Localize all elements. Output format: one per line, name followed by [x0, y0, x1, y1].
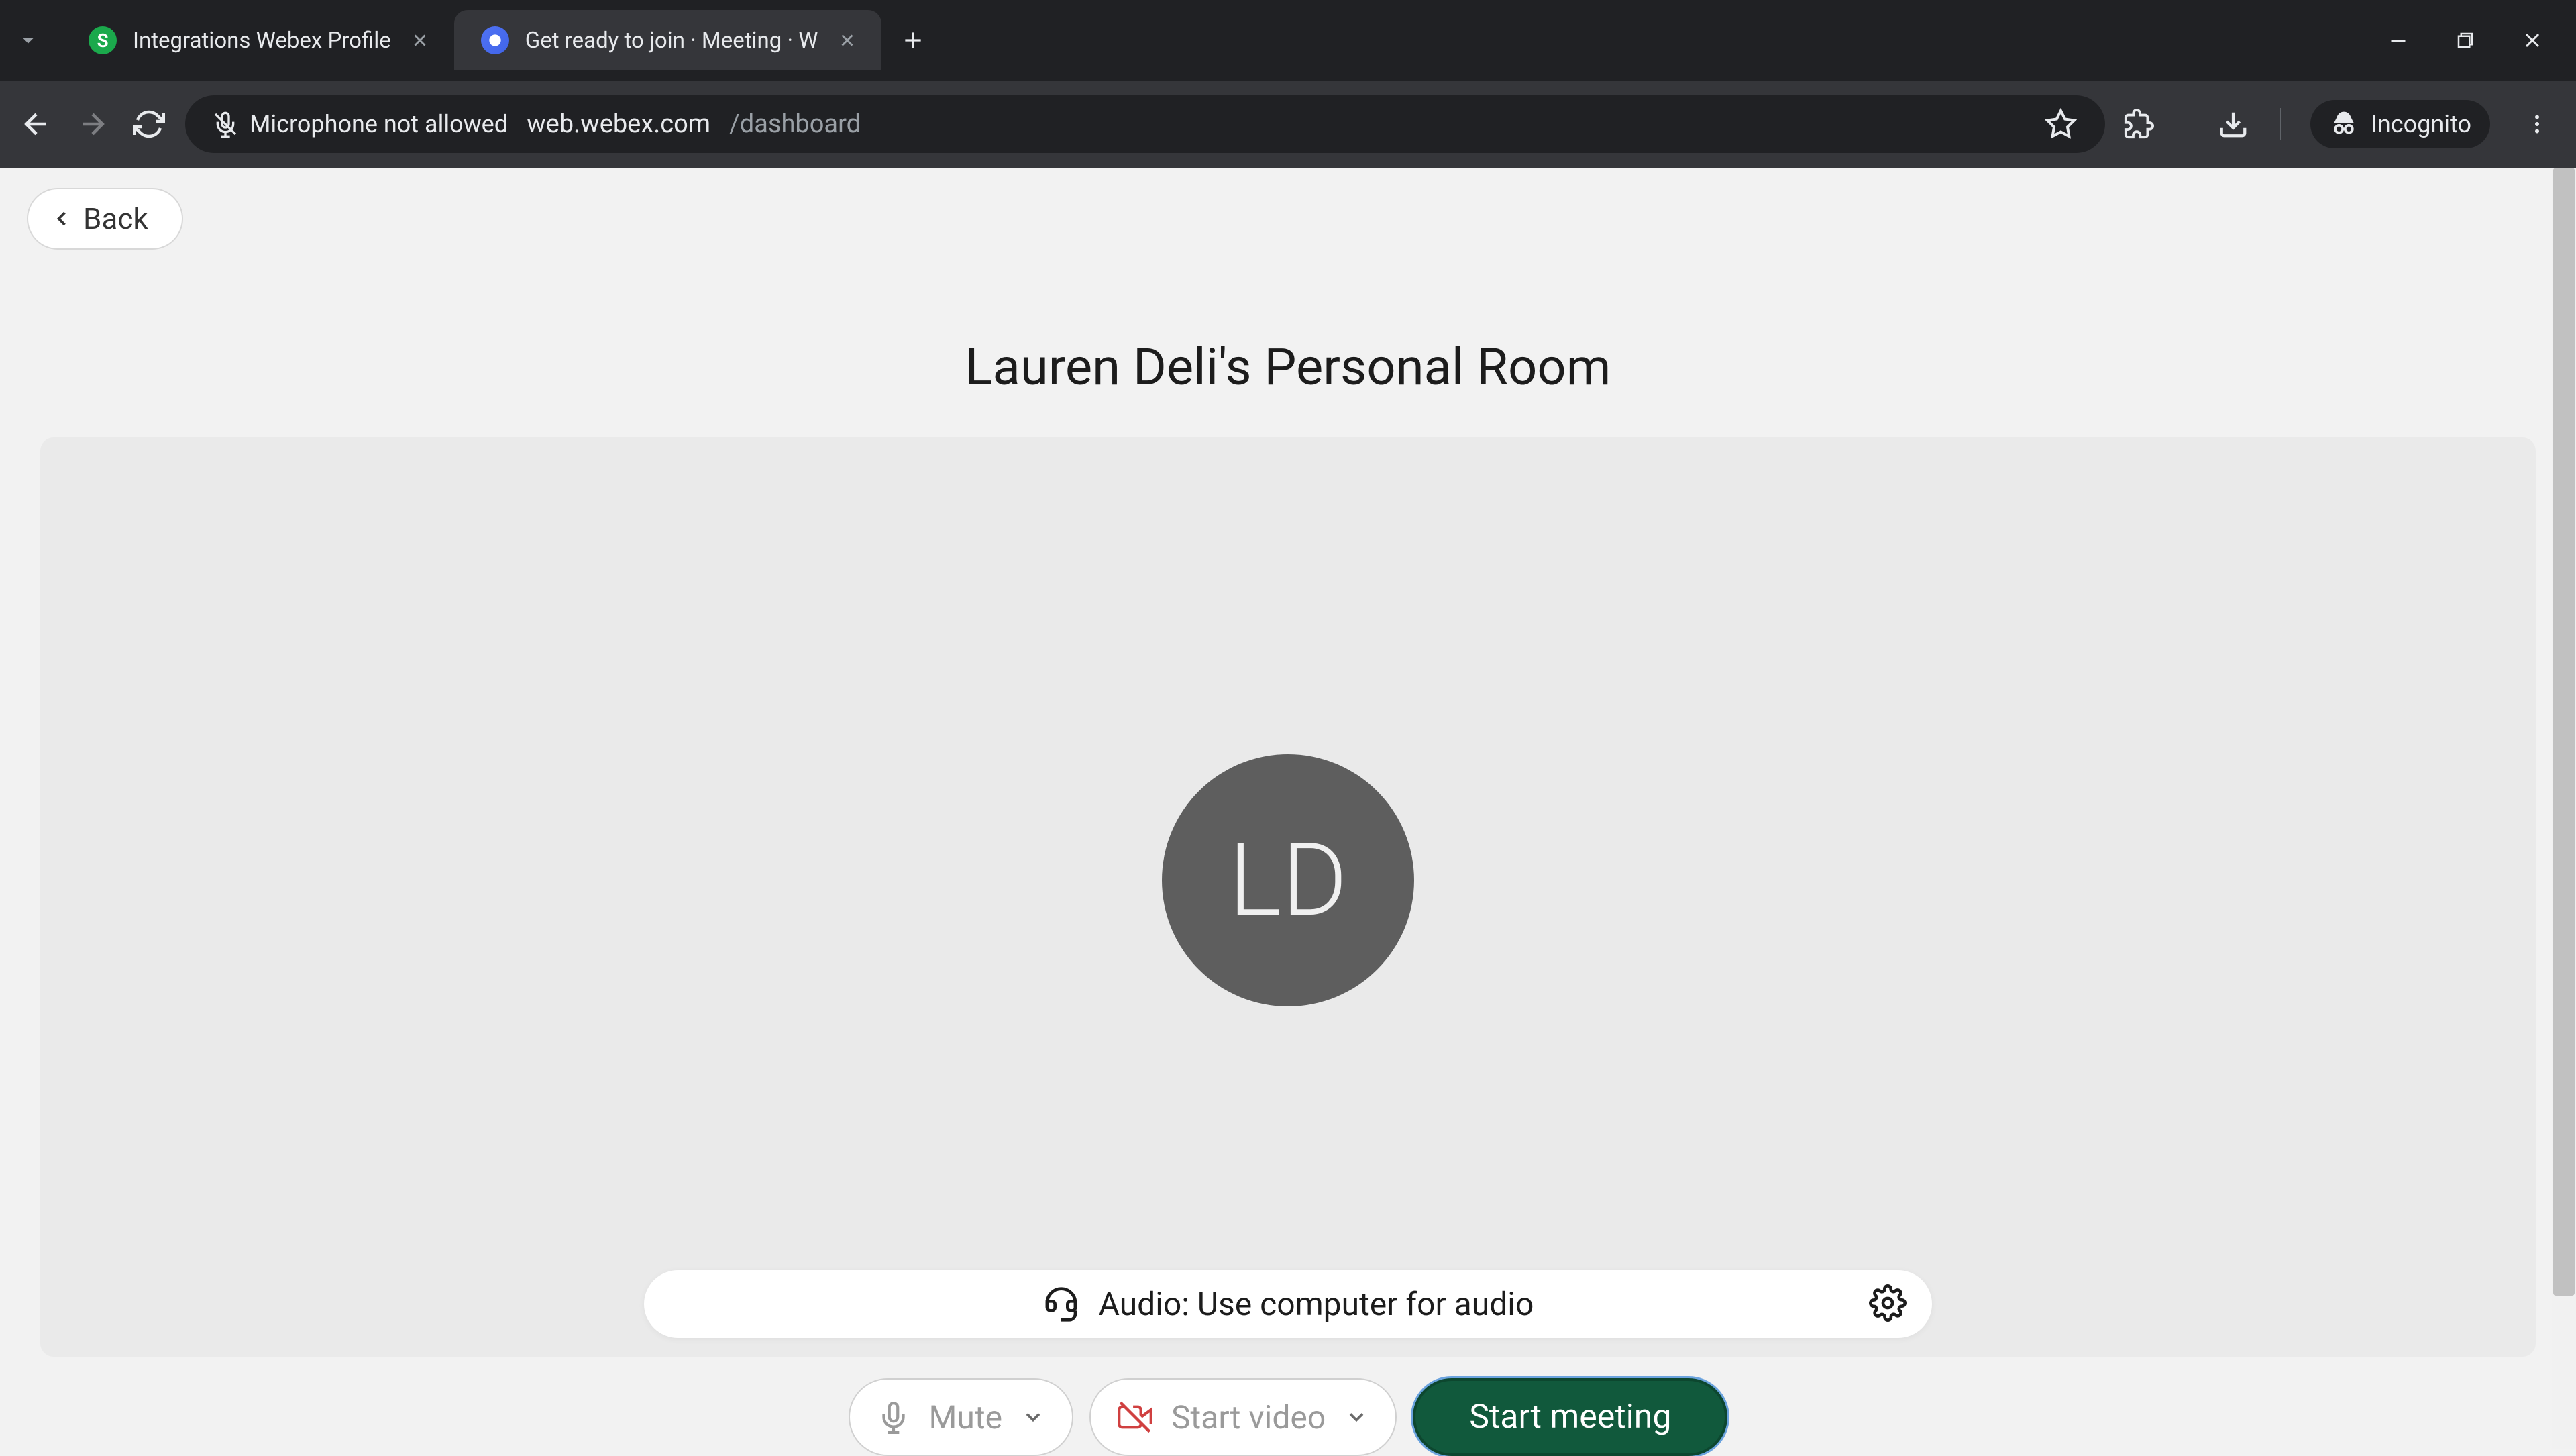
user-avatar: LD: [1162, 754, 1414, 1006]
page-body: Back Lauren Deli's Personal Room LD Audi…: [0, 168, 2576, 1449]
chevron-left-icon: [50, 207, 74, 231]
scrollbar-track[interactable]: [2552, 168, 2576, 1449]
minimize-window-button[interactable]: [2381, 23, 2415, 57]
audio-label-text: Audio: Use computer for audio: [1099, 1285, 1534, 1323]
tab-favicon-s-icon: S: [89, 26, 117, 54]
tab-title: Get ready to join · Meeting · W: [525, 28, 818, 54]
mic-blocked-text: Microphone not allowed: [250, 110, 508, 138]
browser-toolbar: Microphone not allowed web.webex.com/das…: [0, 81, 2576, 168]
chevron-down-icon[interactable]: [1344, 1405, 1368, 1429]
tab-search-dropdown[interactable]: [8, 20, 48, 60]
audio-settings-gear-icon[interactable]: [1869, 1284, 1907, 1324]
start-video-button[interactable]: Start video: [1089, 1378, 1397, 1456]
new-tab-button[interactable]: [890, 17, 936, 64]
scrollbar-thumb[interactable]: [2553, 168, 2575, 1296]
back-button[interactable]: Back: [27, 188, 183, 250]
camera-off-icon: [1118, 1400, 1152, 1435]
avatar-initials: LD: [1228, 821, 1347, 939]
bookmark-star-icon[interactable]: [2043, 107, 2078, 142]
close-tab-icon[interactable]: [835, 28, 860, 53]
address-bar[interactable]: Microphone not allowed web.webex.com/das…: [185, 95, 2105, 153]
audio-settings-bar[interactable]: Audio: Use computer for audio: [644, 1270, 1932, 1338]
browser-tab-strip: S Integrations Webex Profile Get ready t…: [0, 0, 2576, 81]
incognito-label: Incognito: [2371, 110, 2471, 138]
back-label: Back: [83, 201, 148, 236]
tab-meeting-active[interactable]: Get ready to join · Meeting · W: [454, 10, 881, 70]
url-path: /dashboard: [729, 109, 861, 139]
start-meeting-button[interactable]: Start meeting: [1413, 1378, 1727, 1456]
meeting-controls: Mute Start video Start meeting: [27, 1378, 2549, 1456]
close-window-button[interactable]: [2516, 23, 2549, 57]
headset-icon: [1042, 1286, 1080, 1323]
reload-button[interactable]: [129, 104, 169, 144]
tab-favicon-webex-icon: [481, 26, 509, 54]
video-preview-area: LD Audio: Use computer for audio: [40, 437, 2536, 1357]
start-meeting-label: Start meeting: [1469, 1398, 1671, 1437]
incognito-badge[interactable]: Incognito: [2310, 100, 2490, 148]
forward-nav-button[interactable]: [72, 104, 113, 144]
mic-blocked-indicator[interactable]: Microphone not allowed: [212, 110, 508, 138]
downloads-icon[interactable]: [2216, 107, 2251, 142]
room-title: Lauren Deli's Personal Room: [27, 337, 2549, 397]
kebab-menu-icon[interactable]: [2520, 107, 2555, 142]
mute-button[interactable]: Mute: [849, 1378, 1074, 1456]
maximize-window-button[interactable]: [2449, 23, 2482, 57]
tab-integrations[interactable]: S Integrations Webex Profile: [62, 10, 454, 70]
chevron-down-icon[interactable]: [1021, 1405, 1045, 1429]
mute-label: Mute: [929, 1398, 1003, 1437]
microphone-icon: [877, 1400, 910, 1434]
extensions-icon[interactable]: [2121, 107, 2156, 142]
back-nav-button[interactable]: [16, 104, 56, 144]
tab-title: Integrations Webex Profile: [133, 28, 391, 54]
close-tab-icon[interactable]: [407, 28, 433, 53]
video-label: Start video: [1171, 1398, 1326, 1437]
url-host: web.webex.com: [527, 109, 710, 139]
